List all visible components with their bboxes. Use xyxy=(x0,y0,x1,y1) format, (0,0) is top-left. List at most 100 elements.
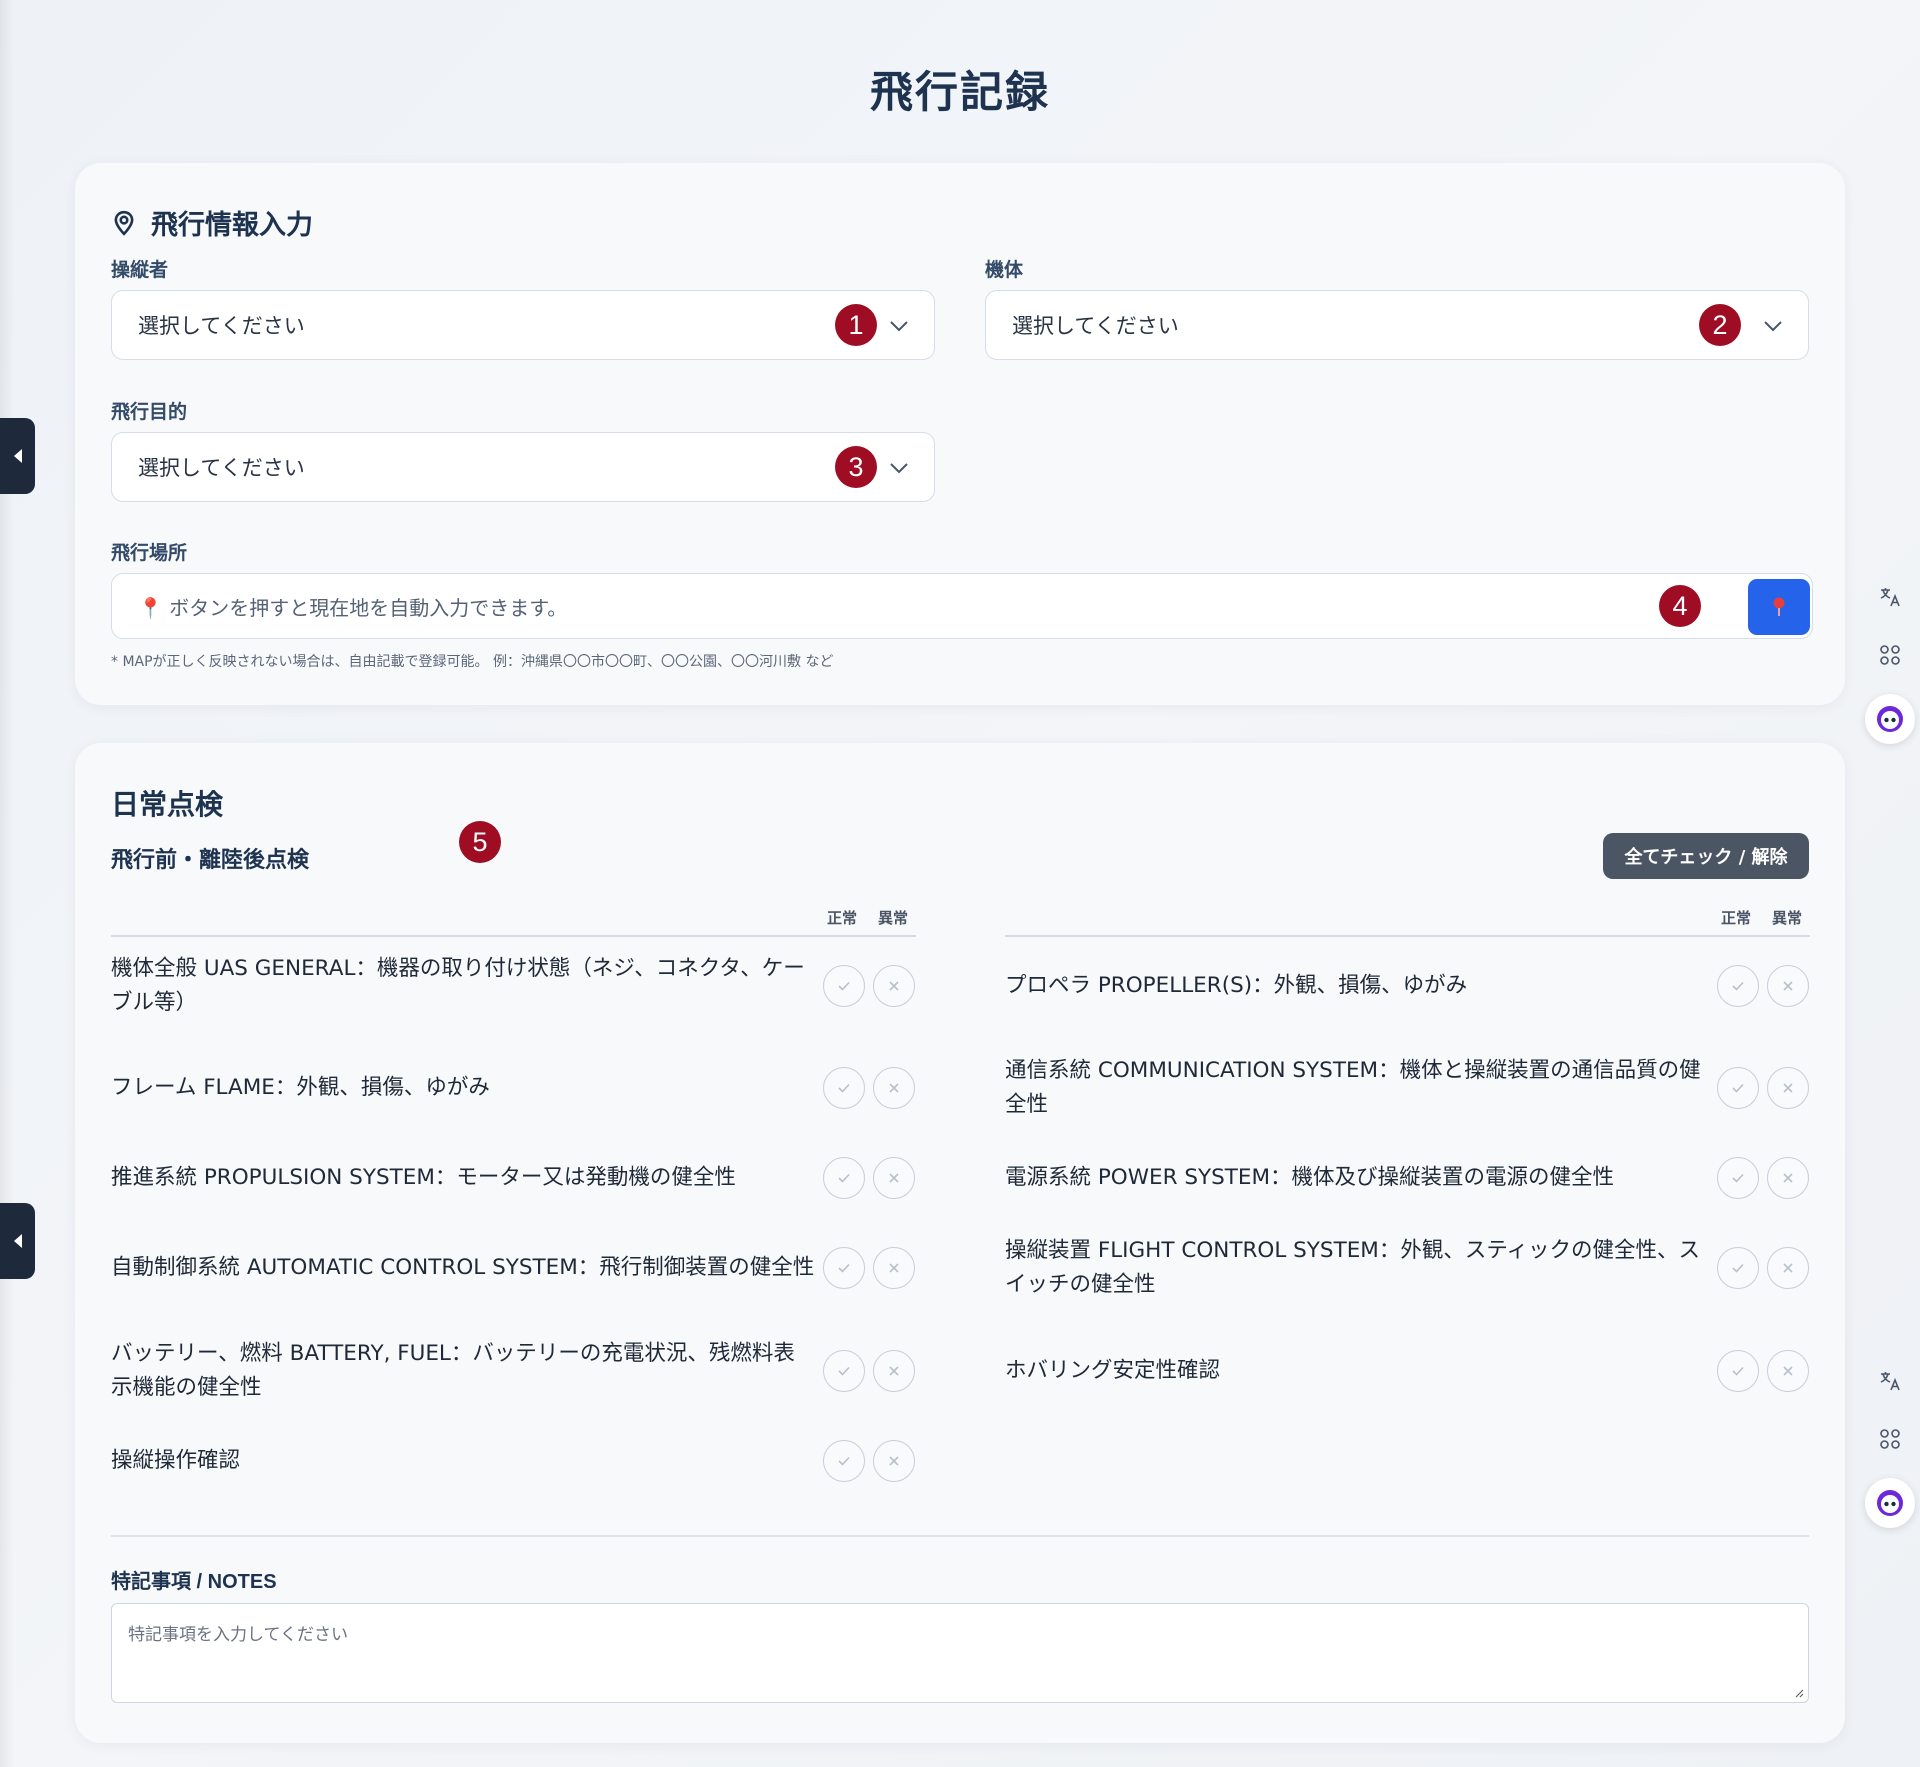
inspection-item-text: 操縦操作確認 xyxy=(111,1448,241,1473)
resize-handle-icon[interactable] xyxy=(1794,1688,1804,1698)
check-icon xyxy=(1732,981,1744,991)
chevron-left-icon xyxy=(13,449,22,463)
normal-header: 正常 xyxy=(1721,909,1752,927)
abnormal-check-button[interactable] xyxy=(1767,1247,1809,1289)
inspection-column-right: 正常 異常 プロペラ PROPELLER(S)：外観、損傷、ゆがみ 通信系統 C… xyxy=(1005,903,1810,1392)
close-icon xyxy=(1783,1083,1793,1093)
inspection-item: フレーム FLAME：外観、損傷、ゆがみ xyxy=(111,1055,916,1121)
left-edge-shadow xyxy=(0,0,14,1767)
inspection-item: 通信系統 COMMUNICATION SYSTEM：機体と操縦装置の通信品質の健… xyxy=(1005,1055,1810,1121)
close-icon xyxy=(1783,1366,1793,1376)
close-icon xyxy=(1783,981,1793,991)
close-icon xyxy=(1783,1173,1793,1183)
flight-info-header: 飛行情報入力 xyxy=(111,203,313,242)
abnormal-check-button[interactable] xyxy=(1767,965,1809,1007)
abnormal-check-button[interactable] xyxy=(873,965,915,1007)
chevron-left-icon xyxy=(13,1234,22,1248)
current-location-button[interactable] xyxy=(1748,579,1810,635)
inspection-column-left: 正常 異常 機体全般 UAS GENERAL：機器の取り付け状態（ネジ、コネクタ… xyxy=(111,903,916,1482)
inspection-item-text: 推進系統 PROPULSION SYSTEM：モーター又は発動機の健全性 xyxy=(111,1165,736,1190)
normal-check-button[interactable] xyxy=(823,965,865,1007)
annotation-badge-5: 5 xyxy=(459,821,501,863)
sidebar-toggle-button[interactable] xyxy=(0,418,35,494)
inspection-card: 日常点検 飛行前・離陸後点検 5 全てチェック / 解除 正常 異常 機体全般 … xyxy=(75,743,1845,1743)
close-icon xyxy=(889,1083,899,1093)
normal-check-button[interactable] xyxy=(1717,1067,1759,1109)
close-icon xyxy=(889,1173,899,1183)
annotation-badge-2: 2 xyxy=(1699,304,1741,346)
check-icon xyxy=(838,981,850,991)
translate-icon xyxy=(1880,1372,1900,1391)
inspection-item-text: 電源系統 POWER SYSTEM：機体及び操縦装置の電源の健全性 xyxy=(1005,1165,1615,1190)
purpose-select[interactable]: 選択してください 3 xyxy=(111,432,935,502)
assistant-button[interactable] xyxy=(1865,694,1915,744)
abnormal-header: 異常 xyxy=(1772,909,1803,927)
normal-check-button[interactable] xyxy=(823,1247,865,1289)
chevron-down-icon xyxy=(890,321,908,332)
abnormal-check-button[interactable] xyxy=(873,1067,915,1109)
translate-button[interactable] xyxy=(1867,1362,1913,1400)
normal-check-button[interactable] xyxy=(1717,1350,1759,1392)
assistant-button[interactable] xyxy=(1865,1478,1915,1528)
notes-textarea[interactable]: 特記事項を入力してください xyxy=(111,1603,1809,1703)
normal-check-button[interactable] xyxy=(823,1157,865,1199)
abnormal-check-button[interactable] xyxy=(1767,1067,1809,1109)
location-placeholder: 📍 ボタンを押すと現在地を自動入力できます。 xyxy=(138,595,568,620)
inspection-item-text: 通信系統 COMMUNICATION SYSTEM：機体と操縦装置の通信品質の健… xyxy=(1005,1058,1701,1117)
inspection-item: バッテリー、燃料 BATTERY, FUEL：バッテリーの充電状況、残燃料表示機… xyxy=(111,1338,916,1404)
normal-check-button[interactable] xyxy=(823,1440,865,1482)
inspection-item: 自動制御系統 AUTOMATIC CONTROL SYSTEM：飛行制御装置の健… xyxy=(111,1235,916,1301)
notes-label: 特記事項 / NOTES xyxy=(111,1571,277,1593)
close-icon xyxy=(889,981,899,991)
inspection-item: 操縦装置 FLIGHT CONTROL SYSTEM：外観、スティックの健全性、… xyxy=(1005,1235,1810,1301)
pilot-select-value: 選択してください xyxy=(138,314,305,338)
abnormal-check-button[interactable] xyxy=(873,1157,915,1199)
check-icon xyxy=(838,1083,850,1093)
page-title: 飛行記録 xyxy=(870,68,1050,118)
inspection-item: ホバリング安定性確認 xyxy=(1005,1338,1810,1404)
flight-info-card: 飛行情報入力 操縦者 選択してください 1 機体 選択してください 2 飛行目的… xyxy=(75,163,1845,705)
inspection-item: 操縦操作確認 xyxy=(111,1428,916,1494)
translate-icon xyxy=(1880,588,1900,607)
normal-header: 正常 xyxy=(827,909,858,927)
abnormal-check-button[interactable] xyxy=(1767,1157,1809,1199)
abnormal-check-button[interactable] xyxy=(873,1440,915,1482)
sidebar-toggle-button[interactable] xyxy=(0,1203,35,1279)
purpose-select-value: 選択してください xyxy=(138,456,305,480)
normal-check-button[interactable] xyxy=(1717,1247,1759,1289)
abnormal-header: 異常 xyxy=(878,909,909,927)
assistant-bot-icon xyxy=(1877,1490,1903,1516)
pilot-select[interactable]: 選択してください 1 xyxy=(111,290,935,360)
normal-check-button[interactable] xyxy=(1717,1157,1759,1199)
inspection-item-text: 操縦装置 FLIGHT CONTROL SYSTEM：外観、スティックの健全性、… xyxy=(1005,1238,1701,1297)
chevron-down-icon xyxy=(890,463,908,474)
apps-button[interactable] xyxy=(1867,636,1913,674)
check-icon xyxy=(1732,1366,1744,1376)
check-all-button[interactable]: 全てチェック / 解除 xyxy=(1603,833,1809,879)
close-icon xyxy=(889,1456,899,1466)
abnormal-check-button[interactable] xyxy=(873,1247,915,1289)
inspection-title: 日常点検 xyxy=(111,788,224,821)
floating-tools xyxy=(1860,578,1920,744)
aircraft-select[interactable]: 選択してください 2 xyxy=(985,290,1809,360)
abnormal-check-button[interactable] xyxy=(1767,1350,1809,1392)
check-icon xyxy=(1732,1263,1744,1273)
normal-check-button[interactable] xyxy=(823,1067,865,1109)
normal-check-button[interactable] xyxy=(823,1350,865,1392)
abnormal-check-button[interactable] xyxy=(873,1350,915,1392)
pilot-label: 操縦者 xyxy=(111,259,169,281)
translate-button[interactable] xyxy=(1867,578,1913,616)
map-pin-icon xyxy=(1773,597,1785,616)
apps-button[interactable] xyxy=(1867,1420,1913,1458)
inspection-item: 機体全般 UAS GENERAL：機器の取り付け状態（ネジ、コネクタ、ケーブル等… xyxy=(111,953,916,1019)
inspection-subtitle: 飛行前・離陸後点検 xyxy=(111,848,310,873)
notes-placeholder: 特記事項を入力してください xyxy=(128,1625,348,1645)
check-icon xyxy=(838,1263,850,1273)
check-icon xyxy=(1732,1083,1744,1093)
location-input[interactable]: 📍 ボタンを押すと現在地を自動入力できます。 4 xyxy=(111,573,1813,639)
inspection-item-text: バッテリー、燃料 BATTERY, FUEL：バッテリーの充電状況、残燃料表示機… xyxy=(111,1341,795,1400)
assistant-bot-icon xyxy=(1877,706,1903,732)
close-icon xyxy=(1783,1263,1793,1273)
normal-check-button[interactable] xyxy=(1717,965,1759,1007)
location-label: 飛行場所 xyxy=(111,542,188,564)
